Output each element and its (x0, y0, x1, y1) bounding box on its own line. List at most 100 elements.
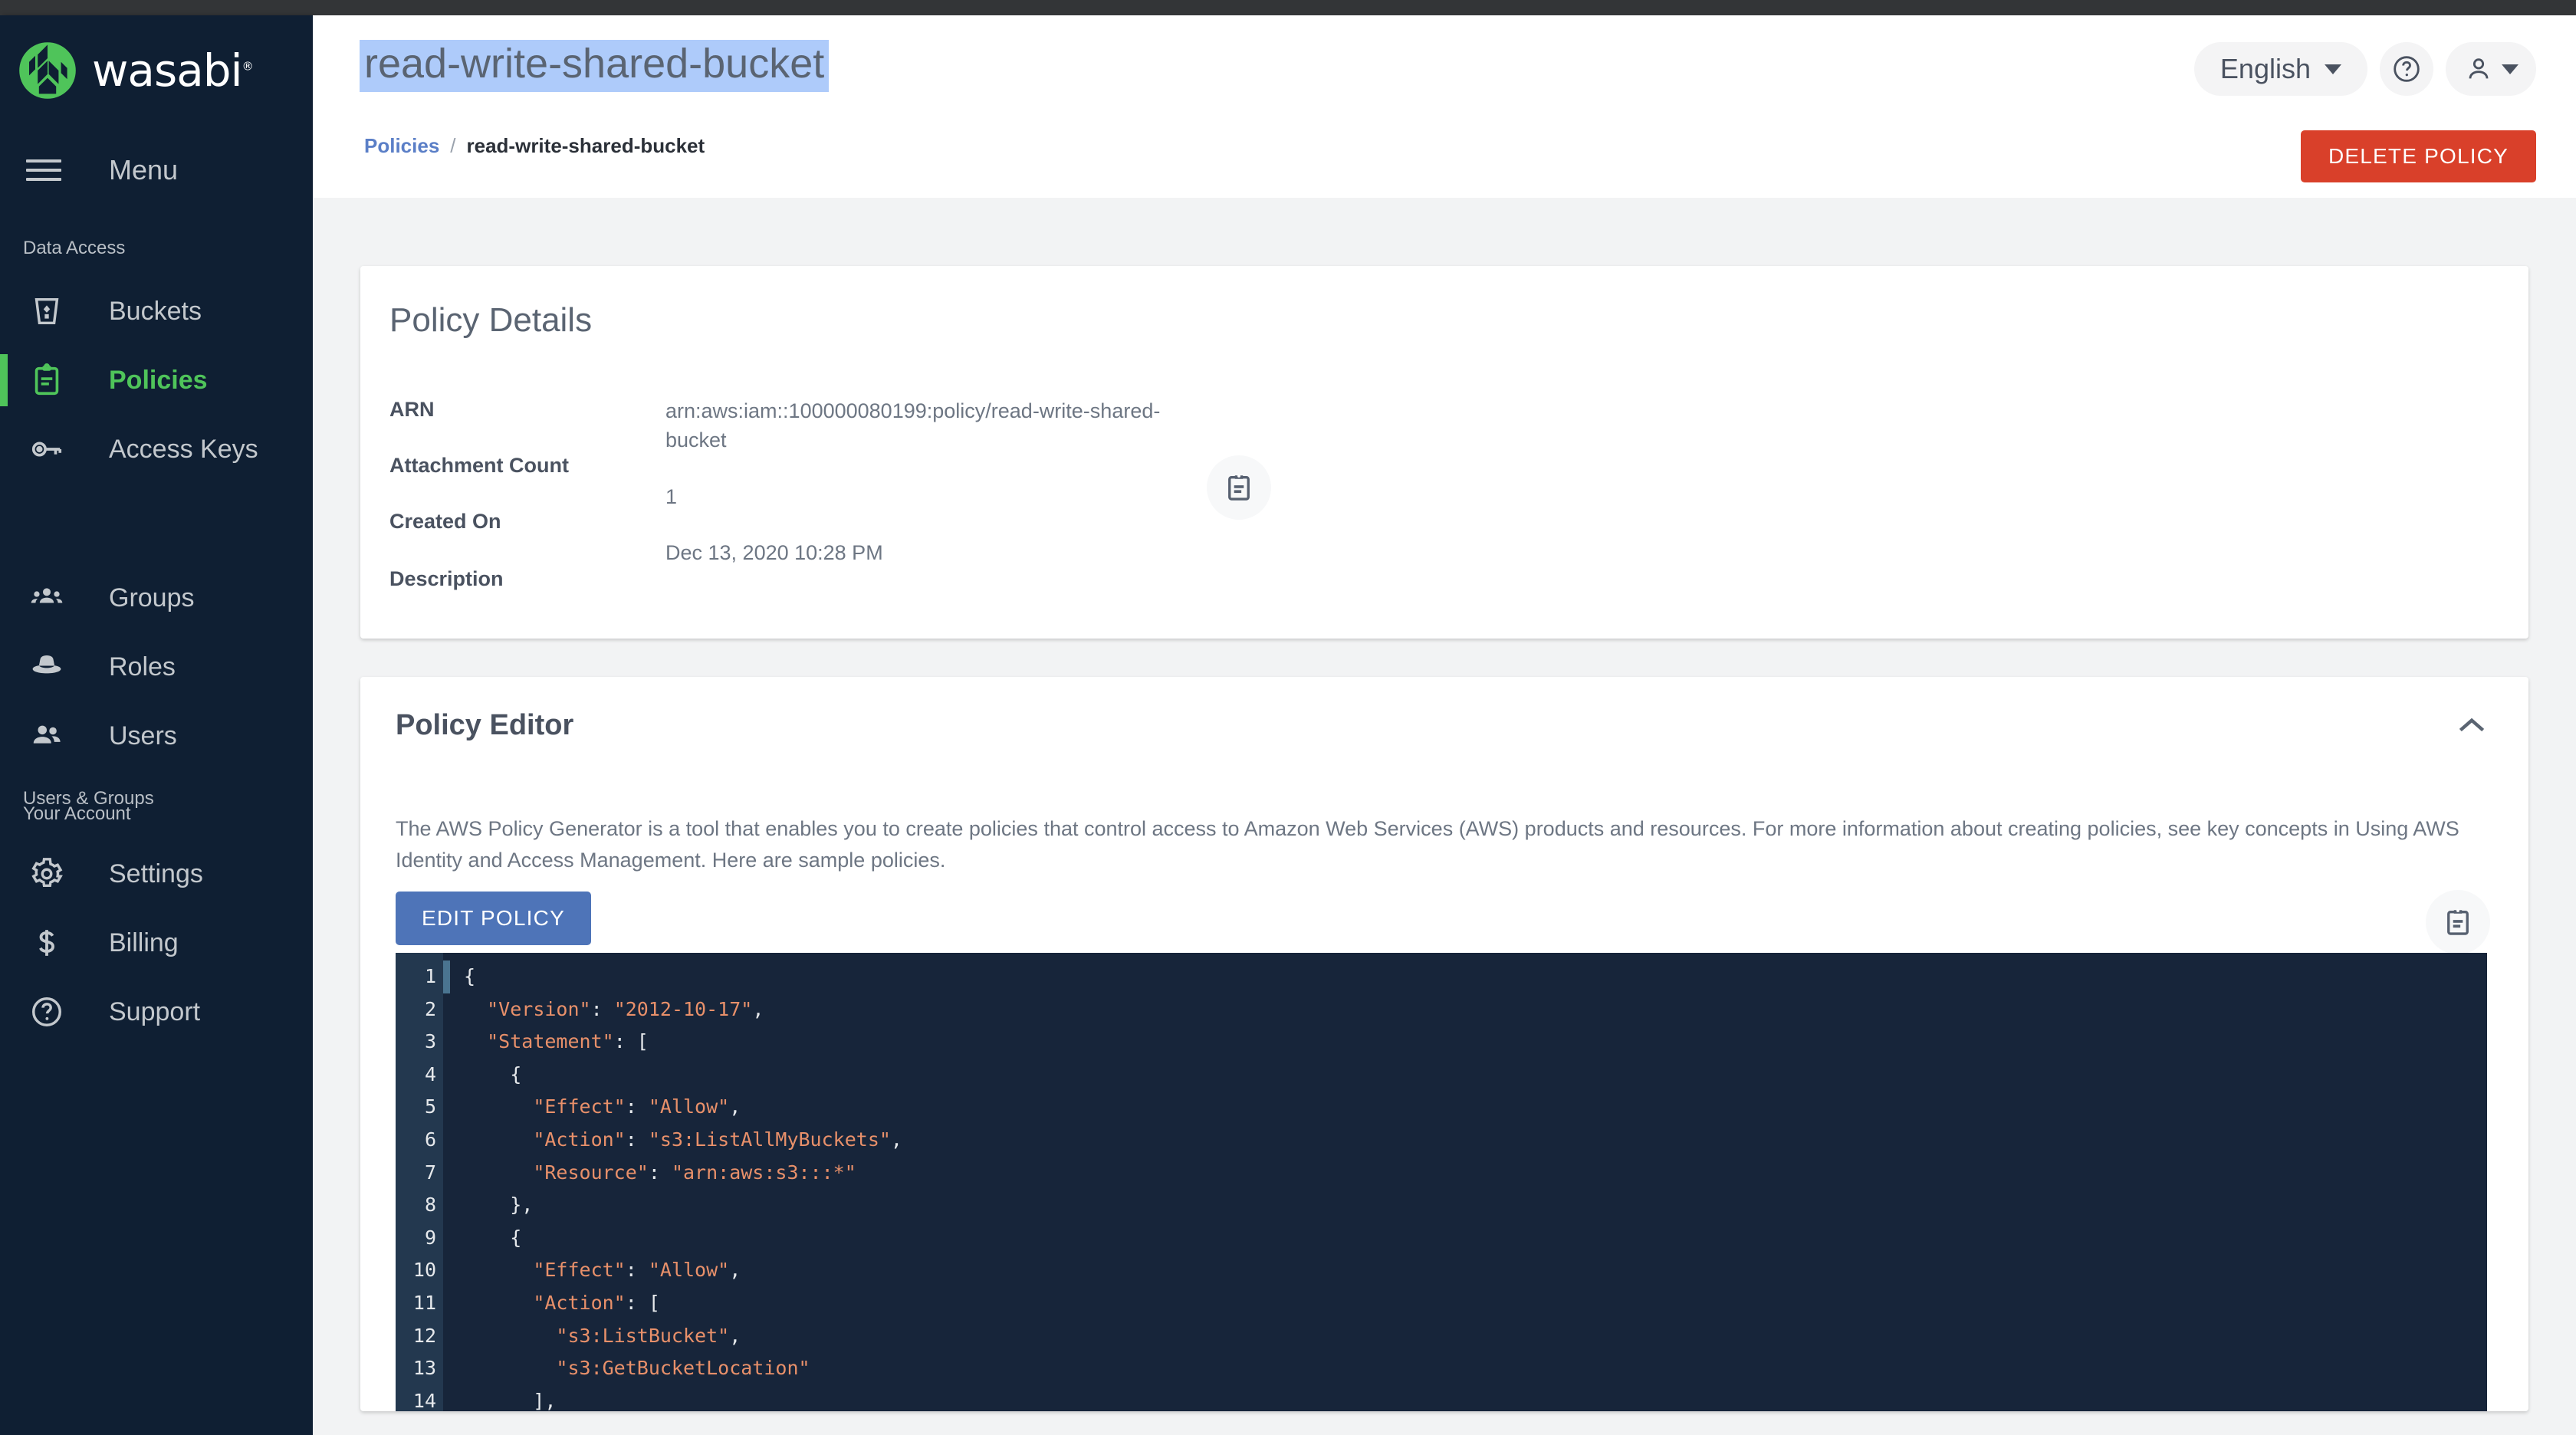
editor-line-number: 1 (424, 965, 436, 987)
editor-line-number: 2 (424, 997, 436, 1020)
copy-arn-button[interactable] (1207, 455, 1271, 520)
window-top-strip (0, 0, 2576, 15)
sidebar-item-users[interactable]: Users (0, 710, 313, 762)
editor-code-line: "s3:ListBucket", (556, 1324, 741, 1347)
clipboard-copy-icon (2447, 909, 2469, 935)
policy-json-editor[interactable]: 1 2 3 4 5 6 7 8 9 10 11 12 13 14 { "Version": "2012-1… (396, 953, 2487, 1411)
policy-details-card: Policy Details ARN arn:aws:iam::10000008… (360, 266, 2528, 639)
editor-code-line: "Resource": "arn:aws:s3:::*" (533, 1161, 856, 1184)
editor-line-number: 5 (424, 1095, 436, 1118)
editor-code-line: "Action": [ (533, 1291, 660, 1314)
editor-line-number: 6 (424, 1128, 436, 1151)
sidebar-item-label: Billing (109, 928, 179, 957)
delete-policy-button[interactable]: DELETE POLICY (2300, 130, 2536, 182)
groups-icon (23, 580, 71, 616)
editor-line-number: 4 (424, 1062, 436, 1085)
breadcrumb-separator: / (450, 134, 456, 157)
detail-value-created-on: Dec 13, 2020 10:28 PM (665, 541, 883, 564)
edit-policy-button[interactable]: EDIT POLICY (396, 892, 591, 945)
editor-line-number: 7 (424, 1161, 436, 1184)
editor-line-number: 8 (424, 1194, 436, 1217)
chevron-down-icon (2502, 64, 2518, 74)
collapse-editor-button[interactable] (2453, 708, 2490, 744)
sidebar-item-billing[interactable]: Billing (0, 917, 313, 969)
menu-label: Menu (109, 154, 179, 186)
brand-name: wasabi® (92, 44, 254, 97)
editor-line-numbers: 1 2 3 4 5 6 7 8 9 10 11 12 13 14 (396, 953, 443, 1411)
clipboard-icon (23, 363, 71, 398)
chevron-down-icon (2325, 64, 2341, 74)
question-circle-icon (23, 994, 71, 1029)
question-circle-icon (2394, 56, 2420, 82)
editor-code-line: "Statement": [ (487, 1030, 649, 1053)
editor-code-line: "Effect": "Allow", (533, 1259, 741, 1282)
detail-label-description: Description (389, 567, 504, 590)
person-icon (2469, 58, 2489, 79)
sidebar-item-buckets[interactable]: Buckets (0, 285, 313, 337)
gear-icon (23, 856, 71, 892)
sidebar-item-roles[interactable]: Roles (0, 641, 313, 693)
sidebar-item-support[interactable]: Support (0, 986, 313, 1038)
policy-editor-title: Policy Editor (396, 709, 574, 741)
sidebar: wasabi® Menu Data Access Buckets Policie… (0, 15, 313, 1435)
hamburger-icon (26, 153, 61, 187)
wasabi-logo-icon (19, 42, 76, 99)
editor-line-number: 14 (412, 1389, 436, 1411)
detail-label-attachment-count: Attachment Count (389, 454, 569, 477)
sidebar-item-label: Settings (109, 859, 203, 888)
language-selector[interactable]: English (2193, 42, 2367, 96)
header-actions: English (2193, 42, 2536, 96)
editor-code-line: "Action": "s3:ListAllMyBuckets", (533, 1128, 902, 1151)
clipboard-copy-icon (1228, 475, 1250, 501)
copy-policy-json-button[interactable] (2426, 890, 2490, 954)
nav-section-data-access: Data Access (23, 238, 126, 258)
editor-line-number: 13 (412, 1357, 436, 1380)
brand-logo[interactable]: wasabi® (17, 40, 254, 101)
editor-code-line: "Version": "2012-10-17", (487, 997, 764, 1020)
policy-details-title: Policy Details (389, 301, 593, 339)
sidebar-item-policies[interactable]: Policies (0, 354, 313, 406)
policy-editor-description: The AWS Policy Generator is a tool that … (396, 817, 2459, 872)
editor-code-line: { (464, 965, 476, 987)
editor-code-line: "Effect": "Allow", (533, 1095, 741, 1118)
breadcrumb: Policies / read-write-shared-bucket (364, 134, 705, 158)
breadcrumb-link-policies[interactable]: Policies (364, 134, 439, 158)
sidebar-item-access-keys[interactable]: Access Keys (0, 423, 313, 475)
editor-code-area[interactable]: { "Version": "2012-10-17", "Statement": … (450, 953, 2487, 1411)
editor-line-number: 3 (424, 1030, 436, 1053)
dollar-icon (23, 925, 71, 960)
detail-label-arn: ARN (389, 398, 435, 421)
sidebar-item-label: Roles (109, 652, 176, 681)
detail-value-attachment-count: 1 (665, 485, 678, 508)
help-button[interactable] (2380, 42, 2433, 96)
language-label: English (2220, 53, 2311, 84)
hat-icon (23, 649, 71, 685)
breadcrumb-current: read-write-shared-bucket (466, 134, 705, 157)
app-root: wasabi® Menu Data Access Buckets Policie… (0, 0, 2576, 1435)
detail-label-created-on: Created On (389, 510, 501, 533)
main-content: Policy Details ARN arn:aws:iam::10000008… (313, 198, 2576, 1435)
nav-section-your-account: Your Account (23, 803, 131, 824)
users-icon (23, 718, 71, 754)
sidebar-item-groups[interactable]: Groups (0, 572, 313, 624)
editor-line-number: 11 (412, 1291, 436, 1314)
detail-value-arn: arn:aws:iam::100000080199:policy/read-wr… (665, 399, 1161, 452)
sidebar-item-label: Buckets (109, 296, 202, 326)
page-title: read-write-shared-bucket (360, 40, 830, 92)
editor-active-line-marker (443, 960, 450, 993)
editor-line-number: 9 (424, 1226, 436, 1249)
key-icon (23, 432, 71, 467)
editor-code-line: ], (464, 1389, 557, 1411)
sidebar-item-settings[interactable]: Settings (0, 848, 313, 900)
editor-code-line: { (464, 1226, 522, 1249)
policy-editor-card: Policy Editor The AWS Policy Generator i… (360, 677, 2528, 1411)
sidebar-item-label: Support (109, 997, 201, 1026)
menu-toggle[interactable]: Menu (17, 153, 270, 187)
page-header: read-write-shared-bucket Policies / read… (313, 15, 2576, 198)
sidebar-item-label: Access Keys (109, 434, 258, 464)
editor-code-line: { (464, 1062, 522, 1085)
editor-line-number: 12 (412, 1324, 436, 1347)
bucket-icon (23, 294, 71, 329)
account-menu[interactable] (2446, 42, 2536, 96)
editor-line-number: 10 (412, 1259, 436, 1282)
